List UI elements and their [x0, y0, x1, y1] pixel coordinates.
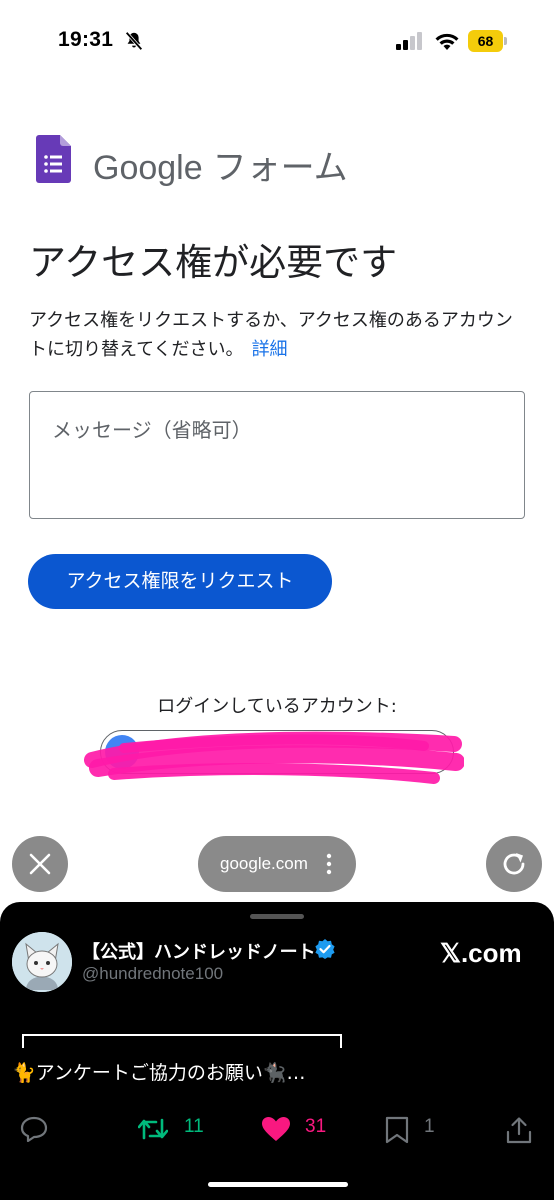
retweet-count: 11: [184, 1116, 204, 1137]
bookmark-count: 1: [424, 1116, 435, 1137]
cellular-signal-icon: [396, 32, 422, 50]
bookmark-button[interactable]: 1: [384, 1110, 444, 1146]
x-domain: 𝕏.com: [440, 938, 522, 968]
page-title: アクセス権が必要です: [29, 241, 398, 284]
brand-google: Google: [93, 149, 203, 187]
more-vert-icon[interactable]: [326, 853, 332, 875]
share-button[interactable]: [506, 1110, 534, 1146]
tweet-actions: 11 31 1: [0, 1110, 554, 1146]
battery-level: 68: [477, 33, 494, 49]
heart-icon: [262, 1117, 290, 1141]
brand-title: Google フォーム: [93, 140, 348, 189]
status-time: 19:31: [58, 28, 114, 51]
share-icon: [506, 1117, 532, 1144]
message-input[interactable]: メッセージ（省略可）: [29, 391, 525, 519]
close-button[interactable]: [12, 836, 68, 892]
logged-in-account-label: ログインしているアカウント:: [157, 696, 397, 717]
cat-avatar-icon: [12, 932, 72, 992]
account-name[interactable]: 【公式】ハンドレッドノート: [82, 938, 316, 964]
retweet-icon: [138, 1118, 168, 1140]
sheet-grabber[interactable]: [250, 914, 304, 919]
home-indicator[interactable]: [208, 1182, 348, 1187]
url-text: google.com: [220, 854, 308, 873]
like-button[interactable]: 31: [261, 1110, 341, 1146]
retweet-button[interactable]: 11: [138, 1110, 218, 1146]
battery-icon: 68: [468, 30, 508, 52]
google-forms-logo-icon: [36, 135, 71, 183]
redaction-scribble: [84, 731, 464, 784]
tweet-bracket-decoration: [22, 1034, 342, 1048]
reload-button[interactable]: [486, 836, 542, 892]
brand-product: フォーム: [212, 149, 348, 187]
reload-icon: [503, 853, 525, 875]
url-bar[interactable]: google.com: [198, 836, 356, 892]
profile-avatar[interactable]: [12, 932, 72, 992]
account-handle[interactable]: @hundrednote100: [82, 964, 223, 984]
reply-icon: [20, 1116, 48, 1142]
battery-cap: [504, 37, 507, 45]
status-bar: 19:31 68: [0, 0, 554, 84]
x-post-panel: 【公式】ハンドレッドノート @hundrednote100 𝕏.com 🐈アンケ…: [0, 902, 554, 1200]
like-count: 31: [305, 1116, 327, 1137]
verified-badge-icon: [315, 939, 335, 959]
bookmark-icon: [385, 1116, 409, 1144]
request-access-button[interactable]: アクセス権限をリクエスト: [28, 554, 332, 609]
access-description: アクセス権をリクエストするか、アクセス権のあるアカウントに切り替えてください。詳…: [29, 306, 529, 364]
details-link[interactable]: 詳細: [252, 339, 288, 360]
reply-button[interactable]: [20, 1110, 50, 1146]
tweet-text[interactable]: 🐈アンケートご協力のお願い🐈‍⬛…: [12, 1058, 306, 1085]
close-icon: [29, 853, 51, 875]
bell-slash-icon: [125, 31, 143, 51]
wifi-icon: [435, 33, 459, 50]
message-placeholder: メッセージ（省略可）: [52, 418, 252, 442]
